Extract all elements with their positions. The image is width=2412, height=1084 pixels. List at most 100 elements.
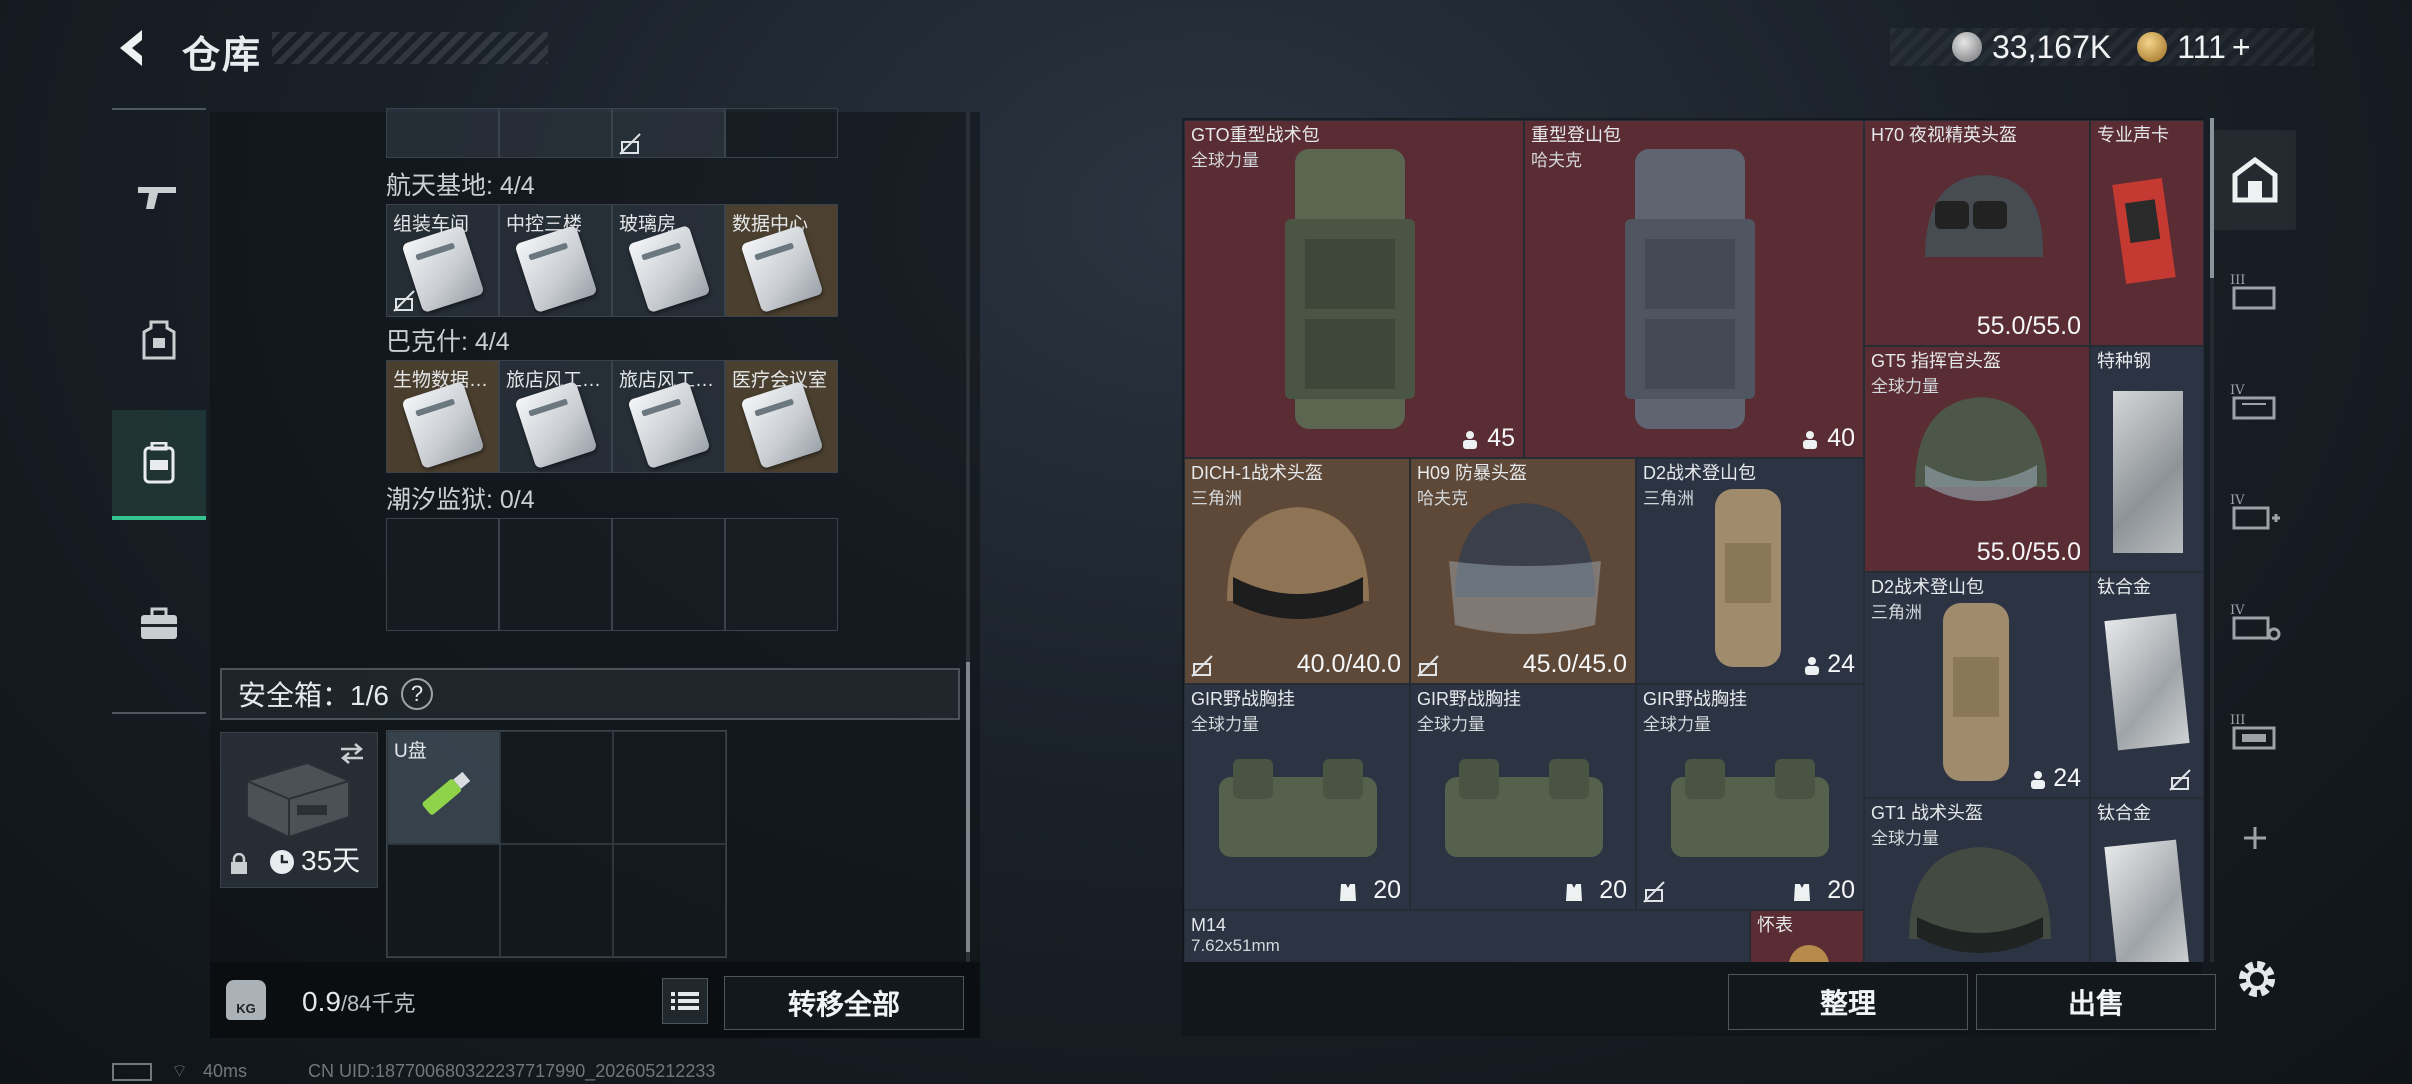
back-arrow-icon[interactable] bbox=[112, 26, 156, 70]
nav-weapon[interactable] bbox=[112, 148, 206, 244]
item-value: 24 bbox=[1827, 650, 1855, 678]
keycard-row-tidal-prison bbox=[386, 518, 838, 631]
svg-text:IV: IV bbox=[2230, 493, 2245, 508]
item-gir-chest-rig[interactable]: GIR野战胸挂 全球力量 20 bbox=[1184, 684, 1410, 910]
item-name: H09 防暴头盔 bbox=[1417, 463, 1528, 483]
keycard-item[interactable]: 旅店风工… bbox=[499, 360, 612, 473]
backpack-image-icon bbox=[1285, 149, 1415, 429]
uid-readout: CN UID:187700680322237717990_20260521223… bbox=[307, 1061, 716, 1081]
item-h70-helmet[interactable]: H70 夜视精英头盔 55.0/55.0 bbox=[1864, 120, 2090, 346]
keycard-item[interactable]: 医疗会议室 bbox=[725, 360, 838, 473]
keycard-slot[interactable] bbox=[725, 518, 838, 631]
item-sub: 7.62x51mm bbox=[1191, 936, 1280, 955]
item-gir-chest-rig[interactable]: GIR野战胸挂 全球力量 20 bbox=[1636, 684, 1864, 910]
help-button[interactable]: ? bbox=[400, 678, 433, 710]
item-titanium-alloy[interactable]: 钛合金 bbox=[2090, 798, 2204, 962]
item-special-steel[interactable]: 特种钢 bbox=[2090, 346, 2204, 572]
keycard-slot[interactable] bbox=[612, 108, 725, 158]
capacity-icon bbox=[1805, 657, 1819, 675]
item-name: GIR野战胸挂 bbox=[1191, 689, 1296, 709]
weight-readout: 0.9/84千克 bbox=[302, 986, 416, 1018]
item-name: GIR野战胸挂 bbox=[1417, 689, 1522, 709]
keycard-slot[interactable] bbox=[386, 518, 499, 631]
keycard-image bbox=[514, 224, 598, 314]
keycard-item[interactable]: 中控三楼 bbox=[499, 204, 612, 317]
armor-icon bbox=[142, 320, 176, 360]
scrollbar-thumb[interactable] bbox=[966, 662, 970, 952]
titanium-image-icon bbox=[2104, 839, 2190, 962]
silver-amount: 33,167K bbox=[1992, 28, 2112, 65]
item-gto-heavy-pack[interactable]: GTO重型战术包 全球力量 45 bbox=[1184, 120, 1524, 458]
rack-home[interactable] bbox=[2214, 130, 2296, 230]
keycard-image bbox=[627, 224, 711, 314]
item-gt1-helmet[interactable]: GT1 战术头盔 全球力量 bbox=[1864, 798, 2090, 962]
list-view-button[interactable] bbox=[662, 978, 708, 1024]
keycard-slot[interactable] bbox=[386, 108, 499, 158]
keycard-slot[interactable] bbox=[499, 518, 612, 631]
sell-button[interactable]: 出售 bbox=[1976, 974, 2216, 1030]
item-sub: 全球力量 bbox=[1643, 715, 1711, 734]
rack-add[interactable] bbox=[2214, 788, 2296, 888]
item-name: D2战术登山包 bbox=[1643, 463, 1757, 483]
item-gir-chest-rig[interactable]: GIR野战胸挂 全球力量 20 bbox=[1410, 684, 1636, 910]
home-icon bbox=[2232, 156, 2278, 203]
settings-gear-icon[interactable] bbox=[2234, 956, 2280, 1002]
item-m14-rifle[interactable]: M14 7.62x51mm bbox=[1184, 910, 1750, 962]
safe-slot[interactable] bbox=[613, 844, 726, 957]
item-d2-mountain-pack[interactable]: D2战术登山包 三角洲 24 bbox=[1864, 572, 2090, 798]
safe-box-header: 安全箱：1/6 ? bbox=[220, 668, 960, 720]
item-gt5-helmet[interactable]: GT5 指挥官头盔 全球力量 55.0/55.0 bbox=[1864, 346, 2090, 572]
section-label-bakesh: 巴克什: 4/4 bbox=[386, 328, 510, 356]
rack-iv-med-icon: IV bbox=[2230, 493, 2280, 530]
keycard-item[interactable]: 组装车间 bbox=[386, 204, 499, 317]
keycard-slot[interactable] bbox=[499, 108, 612, 158]
item-pro-sound-card[interactable]: 专业声卡 bbox=[2090, 120, 2204, 346]
item-sub: 全球力量 bbox=[1417, 715, 1485, 734]
keycard-item[interactable]: 生物数据… bbox=[386, 360, 499, 473]
safe-item-usb[interactable]: U盘 bbox=[387, 731, 500, 844]
safe-days: 35天 bbox=[301, 845, 361, 876]
item-value: 40.0/40.0 bbox=[1296, 650, 1401, 678]
item-pocket-watch[interactable]: 怀表 bbox=[1750, 910, 1864, 962]
safe-slot[interactable] bbox=[500, 731, 613, 844]
backpack-image-icon bbox=[1625, 149, 1755, 429]
transfer-all-button[interactable]: 转移全部 bbox=[724, 976, 964, 1030]
item-heavy-mountain-pack[interactable]: 重型登山包 哈夫克 40 bbox=[1524, 120, 1864, 458]
item-name: 钛合金 bbox=[2097, 577, 2151, 597]
status-bar: ⌔ 40ms CN UID:187700680322237717990_2026… bbox=[112, 1060, 715, 1083]
item-dich1-helmet[interactable]: DICH-1战术头盔 三角洲 40.0/40.0 bbox=[1184, 458, 1410, 684]
item-value: 55.0/55.0 bbox=[1976, 312, 2081, 340]
rack-iv-tool[interactable]: IV bbox=[2214, 572, 2296, 672]
rack-iii[interactable]: III bbox=[2214, 242, 2296, 342]
vest-icon bbox=[1340, 884, 1356, 901]
clock-icon bbox=[270, 850, 294, 874]
usb-drive-icon bbox=[422, 771, 471, 815]
keycard-slot[interactable] bbox=[612, 518, 725, 631]
keycard-slot[interactable] bbox=[725, 108, 838, 158]
organize-button[interactable]: 整理 bbox=[1728, 974, 1968, 1030]
vest-icon bbox=[1566, 884, 1582, 901]
add-currency-button[interactable]: + bbox=[2232, 29, 2251, 66]
safe-box-container[interactable]: 35天 bbox=[220, 732, 378, 888]
swap-icon[interactable] bbox=[337, 741, 367, 765]
safe-slot[interactable] bbox=[387, 844, 500, 957]
nav-armor[interactable] bbox=[112, 292, 206, 388]
item-titanium-alloy[interactable]: 钛合金 bbox=[2090, 572, 2204, 798]
keycard-item[interactable]: 数据中心 bbox=[725, 204, 838, 317]
nav-backpack[interactable] bbox=[112, 410, 206, 520]
nav-toolbox[interactable] bbox=[112, 576, 206, 672]
svg-text:IV: IV bbox=[2230, 603, 2245, 618]
keycard-scrollbar[interactable] bbox=[966, 112, 970, 962]
toolbox-icon bbox=[141, 607, 177, 639]
keycard-item[interactable]: 玻璃房 bbox=[612, 204, 725, 317]
safe-slot[interactable] bbox=[613, 731, 726, 844]
item-d2-mountain-pack[interactable]: D2战术登山包 三角洲 24 bbox=[1636, 458, 1864, 684]
rack-iv-medical[interactable]: IV bbox=[2214, 462, 2296, 562]
safe-slot[interactable] bbox=[500, 844, 613, 957]
rack-iv[interactable]: IV bbox=[2214, 352, 2296, 452]
item-h09-riot-helmet[interactable]: H09 防暴头盔 哈夫克 45.0/45.0 bbox=[1410, 458, 1636, 684]
keycard-item[interactable]: 旅店风工… bbox=[612, 360, 725, 473]
unlock-icon bbox=[619, 133, 641, 155]
keycard-row-bakesh: 生物数据… 旅店风工… 旅店风工… 医疗会议室 bbox=[386, 360, 838, 473]
rack-iii-b[interactable]: III bbox=[2214, 682, 2296, 782]
